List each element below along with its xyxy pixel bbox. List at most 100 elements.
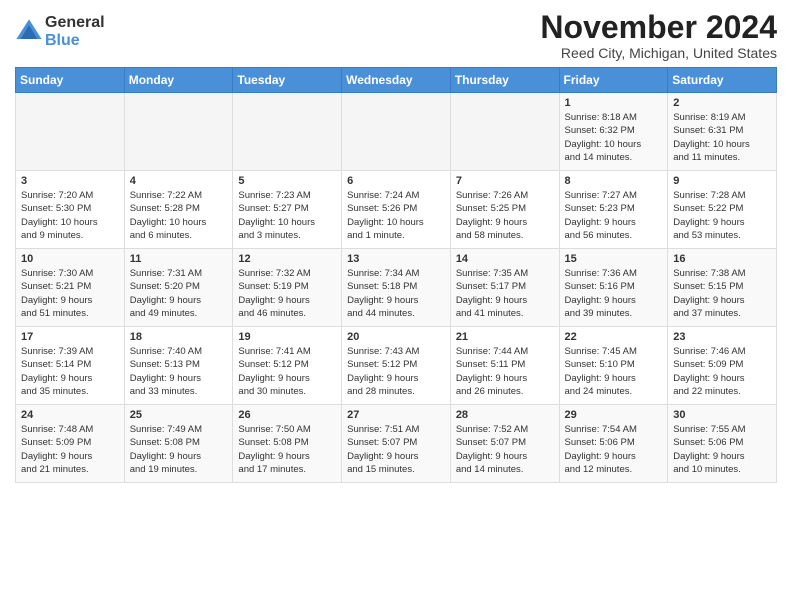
calendar-cell: [233, 93, 342, 171]
calendar-cell: 30 Sunrise: 7:55 AM Sunset: 5:06 PM Dayli…: [668, 405, 777, 483]
day-info: Sunrise: 7:45 AM Sunset: 5:10 PM Dayligh…: [565, 345, 663, 398]
weekday-header: Friday: [559, 68, 668, 93]
calendar-cell: 22 Sunrise: 7:45 AM Sunset: 5:10 PM Dayli…: [559, 327, 668, 405]
calendar-cell: 9 Sunrise: 7:28 AM Sunset: 5:22 PM Daylig…: [668, 171, 777, 249]
day-info: Sunrise: 7:52 AM Sunset: 5:07 PM Dayligh…: [456, 423, 554, 476]
weekday-header: Sunday: [16, 68, 125, 93]
day-number: 26: [238, 409, 336, 421]
day-number: 23: [673, 331, 771, 343]
day-info: Sunrise: 7:44 AM Sunset: 5:11 PM Dayligh…: [456, 345, 554, 398]
day-number: 8: [565, 175, 663, 187]
day-number: 3: [21, 175, 119, 187]
logo-general: General: [45, 14, 105, 32]
day-info: Sunrise: 7:27 AM Sunset: 5:23 PM Dayligh…: [565, 189, 663, 242]
day-number: 4: [130, 175, 228, 187]
weekday-header: Thursday: [450, 68, 559, 93]
calendar-cell: 5Sunrise: 7:23 AM Sunset: 5:27 PM Daylig…: [233, 171, 342, 249]
day-info: Sunrise: 7:22 AM Sunset: 5:28 PM Dayligh…: [130, 189, 228, 242]
day-info: Sunrise: 7:41 AM Sunset: 5:12 PM Dayligh…: [238, 345, 336, 398]
day-info: Sunrise: 7:38 AM Sunset: 5:15 PM Dayligh…: [673, 267, 771, 320]
day-info: Sunrise: 7:50 AM Sunset: 5:08 PM Dayligh…: [238, 423, 336, 476]
calendar-cell: [16, 93, 125, 171]
calendar-cell: 16Sunrise: 7:38 AM Sunset: 5:15 PM Dayli…: [668, 249, 777, 327]
calendar-cell: 12Sunrise: 7:32 AM Sunset: 5:19 PM Dayli…: [233, 249, 342, 327]
day-number: 9: [673, 175, 771, 187]
day-info: Sunrise: 7:54 AM Sunset: 5:06 PM Dayligh…: [565, 423, 663, 476]
day-info: Sunrise: 7:24 AM Sunset: 5:26 PM Dayligh…: [347, 189, 445, 242]
calendar-cell: [342, 93, 451, 171]
day-info: Sunrise: 7:51 AM Sunset: 5:07 PM Dayligh…: [347, 423, 445, 476]
location: Reed City, Michigan, United States: [540, 45, 777, 61]
day-number: 21: [456, 331, 554, 343]
weekday-header: Monday: [124, 68, 233, 93]
calendar-cell: 19 Sunrise: 7:41 AM Sunset: 5:12 PM Dayli…: [233, 327, 342, 405]
day-info: Sunrise: 7:35 AM Sunset: 5:17 PM Dayligh…: [456, 267, 554, 320]
calendar-week-row: 10 Sunrise: 7:30 AM Sunset: 5:21 PM Dayli…: [16, 249, 777, 327]
day-number: 22: [565, 331, 663, 343]
day-info: Sunrise: 7:36 AM Sunset: 5:16 PM Dayligh…: [565, 267, 663, 320]
logo: General Blue: [15, 14, 105, 50]
weekday-header: Tuesday: [233, 68, 342, 93]
calendar-cell: 3Sunrise: 7:20 AM Sunset: 5:30 PM Daylig…: [16, 171, 125, 249]
logo-blue: Blue: [45, 32, 105, 50]
calendar-cell: 28 Sunrise: 7:52 AM Sunset: 5:07 PM Dayli…: [450, 405, 559, 483]
day-number: 28: [456, 409, 554, 421]
calendar-table: SundayMondayTuesdayWednesdayThursdayFrid…: [15, 67, 777, 483]
calendar-cell: 26 Sunrise: 7:50 AM Sunset: 5:08 PM Dayli…: [233, 405, 342, 483]
calendar-cell: 20 Sunrise: 7:43 AM Sunset: 5:12 PM Dayli…: [342, 327, 451, 405]
calendar-cell: 10 Sunrise: 7:30 AM Sunset: 5:21 PM Dayli…: [16, 249, 125, 327]
day-number: 10: [21, 253, 119, 265]
main-container: General Blue November 2024 Reed City, Mi…: [0, 0, 792, 493]
calendar-cell: 21 Sunrise: 7:44 AM Sunset: 5:11 PM Dayli…: [450, 327, 559, 405]
calendar-cell: 8 Sunrise: 7:27 AM Sunset: 5:23 PM Daylig…: [559, 171, 668, 249]
calendar-cell: 29 Sunrise: 7:54 AM Sunset: 5:06 PM Dayli…: [559, 405, 668, 483]
weekday-header: Saturday: [668, 68, 777, 93]
day-number: 13: [347, 253, 445, 265]
day-number: 24: [21, 409, 119, 421]
day-number: 7: [456, 175, 554, 187]
day-info: Sunrise: 7:39 AM Sunset: 5:14 PM Dayligh…: [21, 345, 119, 398]
day-info: Sunrise: 7:55 AM Sunset: 5:06 PM Dayligh…: [673, 423, 771, 476]
calendar-cell: 7Sunrise: 7:26 AM Sunset: 5:25 PM Daylig…: [450, 171, 559, 249]
day-number: 19: [238, 331, 336, 343]
day-number: 1: [565, 97, 663, 109]
day-number: 2: [673, 97, 771, 109]
calendar-header-row: SundayMondayTuesdayWednesdayThursdayFrid…: [16, 68, 777, 93]
calendar-cell: [124, 93, 233, 171]
day-info: Sunrise: 8:18 AM Sunset: 6:32 PM Dayligh…: [565, 111, 663, 164]
day-number: 11: [130, 253, 228, 265]
calendar-week-row: 1 Sunrise: 8:18 AM Sunset: 6:32 PM Daylig…: [16, 93, 777, 171]
calendar-cell: 1 Sunrise: 8:18 AM Sunset: 6:32 PM Daylig…: [559, 93, 668, 171]
day-info: Sunrise: 7:40 AM Sunset: 5:13 PM Dayligh…: [130, 345, 228, 398]
calendar-week-row: 24Sunrise: 7:48 AM Sunset: 5:09 PM Dayli…: [16, 405, 777, 483]
day-info: Sunrise: 7:49 AM Sunset: 5:08 PM Dayligh…: [130, 423, 228, 476]
day-number: 6: [347, 175, 445, 187]
day-number: 5: [238, 175, 336, 187]
calendar-cell: 4 Sunrise: 7:22 AM Sunset: 5:28 PM Daylig…: [124, 171, 233, 249]
day-number: 30: [673, 409, 771, 421]
calendar-cell: 27Sunrise: 7:51 AM Sunset: 5:07 PM Dayli…: [342, 405, 451, 483]
day-number: 12: [238, 253, 336, 265]
calendar-cell: 18 Sunrise: 7:40 AM Sunset: 5:13 PM Dayli…: [124, 327, 233, 405]
day-info: Sunrise: 7:28 AM Sunset: 5:22 PM Dayligh…: [673, 189, 771, 242]
day-number: 20: [347, 331, 445, 343]
calendar-cell: 24Sunrise: 7:48 AM Sunset: 5:09 PM Dayli…: [16, 405, 125, 483]
day-info: Sunrise: 7:46 AM Sunset: 5:09 PM Dayligh…: [673, 345, 771, 398]
day-number: 14: [456, 253, 554, 265]
day-info: Sunrise: 7:34 AM Sunset: 5:18 PM Dayligh…: [347, 267, 445, 320]
logo-icon: [15, 18, 43, 46]
calendar-cell: 2Sunrise: 8:19 AM Sunset: 6:31 PM Daylig…: [668, 93, 777, 171]
calendar-cell: [450, 93, 559, 171]
day-info: Sunrise: 7:31 AM Sunset: 5:20 PM Dayligh…: [130, 267, 228, 320]
day-number: 29: [565, 409, 663, 421]
day-number: 17: [21, 331, 119, 343]
day-number: 15: [565, 253, 663, 265]
day-info: Sunrise: 7:43 AM Sunset: 5:12 PM Dayligh…: [347, 345, 445, 398]
calendar-cell: 13 Sunrise: 7:34 AM Sunset: 5:18 PM Dayli…: [342, 249, 451, 327]
calendar-week-row: 3Sunrise: 7:20 AM Sunset: 5:30 PM Daylig…: [16, 171, 777, 249]
calendar-cell: 17 Sunrise: 7:39 AM Sunset: 5:14 PM Dayli…: [16, 327, 125, 405]
calendar-cell: 15 Sunrise: 7:36 AM Sunset: 5:16 PM Dayli…: [559, 249, 668, 327]
day-info: Sunrise: 7:30 AM Sunset: 5:21 PM Dayligh…: [21, 267, 119, 320]
day-number: 18: [130, 331, 228, 343]
weekday-header: Wednesday: [342, 68, 451, 93]
